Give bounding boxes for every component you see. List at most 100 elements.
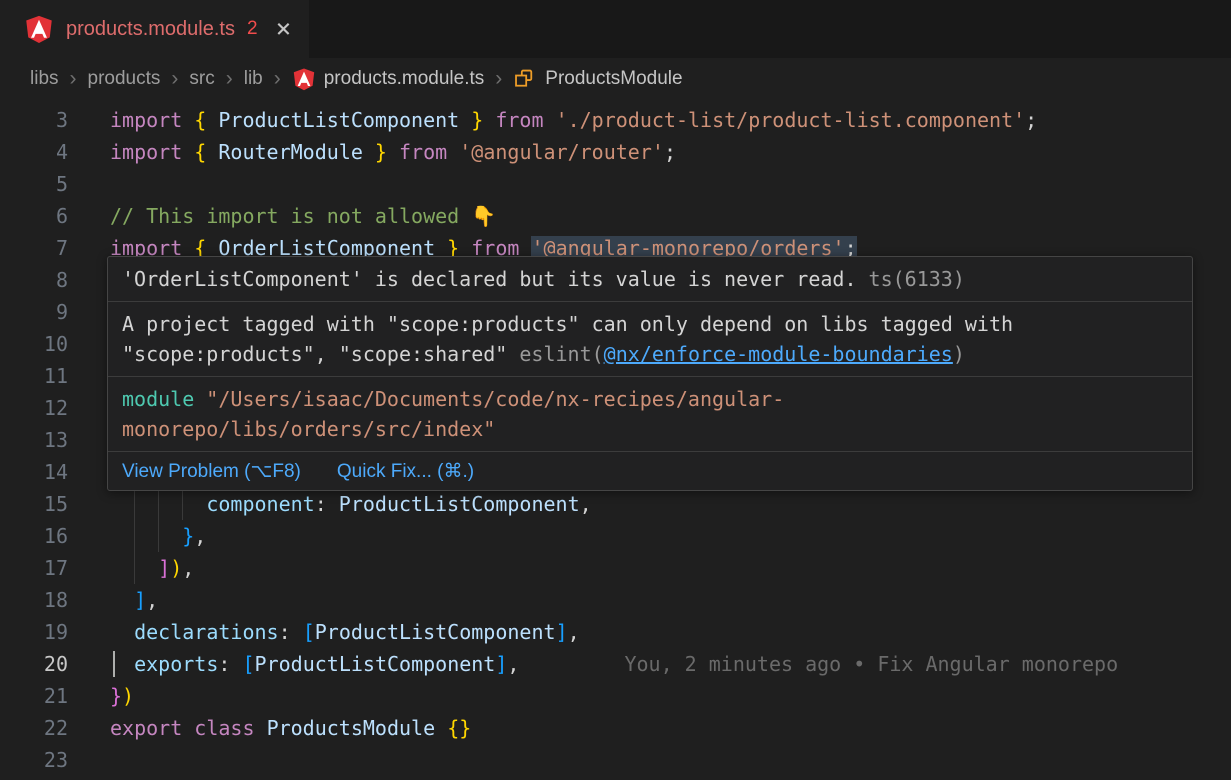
line-content[interactable]: ], — [90, 584, 1231, 616]
line-number: 16 — [0, 520, 90, 552]
code-line[interactable]: 21}) — [0, 680, 1231, 712]
code-token: from — [495, 108, 543, 132]
line-content[interactable] — [90, 168, 1231, 200]
code-line[interactable]: 23 — [0, 744, 1231, 776]
indent-guide — [182, 488, 183, 520]
line-number: 18 — [0, 584, 90, 616]
line-content[interactable]: // This import is not allowed 👇 — [90, 200, 1231, 232]
code-token — [110, 524, 182, 548]
close-icon[interactable]: × — [276, 16, 292, 42]
code-token: ProductListComponent — [315, 620, 556, 644]
line-content[interactable]: }) — [90, 680, 1231, 712]
code-token: , — [146, 588, 158, 612]
code-token — [110, 620, 134, 644]
code-token: import — [110, 140, 182, 164]
code-token: ProductListComponent — [339, 492, 580, 516]
hover-text: 'OrderListComponent' is declared but its… — [122, 267, 869, 291]
code-token: ProductListComponent — [255, 652, 496, 676]
tab-products-module[interactable]: products.module.ts 2 × — [0, 0, 309, 58]
hover-text: module — [122, 387, 194, 411]
line-content[interactable]: }, — [90, 520, 1231, 552]
breadcrumb-label: products — [88, 68, 161, 90]
code-token: [ — [242, 652, 254, 676]
vscode-window: products.module.ts 2 × libs › products › src… — [0, 0, 1231, 780]
code-token: , — [580, 492, 592, 516]
text-cursor — [113, 651, 115, 677]
code-line[interactable]: 6// This import is not allowed 👇 — [0, 200, 1231, 232]
code-token: ] — [556, 620, 568, 644]
line-number: 23 — [0, 744, 90, 776]
code-line[interactable]: 18 ], — [0, 584, 1231, 616]
code-token: export — [110, 716, 182, 740]
code-token: , — [194, 524, 206, 548]
line-content[interactable]: component: ProductListComponent, — [90, 488, 1231, 520]
line-content[interactable]: import { RouterModule } from '@angular/r… — [90, 136, 1231, 168]
code-line[interactable]: 22export class ProductsModule {} — [0, 712, 1231, 744]
hover-text: eslint( — [519, 342, 603, 366]
code-token — [182, 716, 194, 740]
quick-fix-action[interactable]: Quick Fix... (⌘.) — [337, 460, 474, 483]
code-token: : — [279, 620, 303, 644]
breadcrumb-item-src[interactable]: src — [189, 68, 214, 90]
code-token: RouterModule — [206, 140, 375, 164]
line-number: 20 — [0, 648, 90, 680]
code-line[interactable]: 16 }, — [0, 520, 1231, 552]
line-content[interactable] — [90, 744, 1231, 776]
code-line[interactable]: 3import { ProductListComponent } from '.… — [0, 104, 1231, 136]
code-token: } — [375, 140, 387, 164]
line-content[interactable]: ]), — [90, 552, 1231, 584]
hover-message-section: module "/Users/isaac/Documents/code/nx-r… — [108, 377, 1192, 452]
hover-text: ts(6133) — [869, 267, 965, 291]
line-content[interactable]: declarations: [ProductListComponent], — [90, 616, 1231, 648]
code-token — [483, 108, 495, 132]
line-number: 21 — [0, 680, 90, 712]
code-token: ) — [122, 684, 134, 708]
code-token: component — [206, 492, 314, 516]
line-number: 4 — [0, 136, 90, 168]
code-token: : — [218, 652, 242, 676]
line-content[interactable]: exports: [ProductListComponent],You, 2 m… — [90, 648, 1231, 680]
line-number: 10 — [0, 328, 90, 360]
line-number: 5 — [0, 168, 90, 200]
problems-count-badge: 2 — [247, 18, 258, 40]
code-token: // This import is not allowed — [110, 204, 471, 228]
line-number: 14 — [0, 456, 90, 488]
breadcrumb-label: ProductsModule — [545, 68, 682, 90]
editor[interactable]: 3import { ProductListComponent } from '.… — [0, 100, 1231, 780]
tab-title: products.module.ts — [66, 18, 235, 41]
line-number: 9 — [0, 296, 90, 328]
breadcrumb-item-lib[interactable]: lib — [244, 68, 263, 90]
indent-guide — [158, 488, 159, 552]
code-line[interactable]: 17 ]), — [0, 552, 1231, 584]
breadcrumb-item-products[interactable]: products — [88, 68, 161, 90]
eslint-rule-link[interactable]: @nx/enforce-module-boundaries — [604, 342, 953, 366]
code-line[interactable]: 19 declarations: [ProductListComponent], — [0, 616, 1231, 648]
code-token: } — [182, 524, 194, 548]
line-number: 22 — [0, 712, 90, 744]
class-icon — [513, 67, 537, 91]
code-token: { — [194, 108, 206, 132]
breadcrumb-label: lib — [244, 68, 263, 90]
breadcrumb-separator: › — [226, 67, 233, 91]
hover-action-bar: View Problem (⌥F8) Quick Fix... (⌘.) — [108, 452, 1192, 490]
breadcrumb-item-productsmodule[interactable]: ProductsModule — [513, 67, 682, 91]
code-token: {} — [447, 716, 471, 740]
breadcrumb-label: libs — [30, 68, 59, 90]
view-problem-action[interactable]: View Problem (⌥F8) — [122, 460, 301, 483]
code-token: } — [110, 684, 122, 708]
breadcrumb-label: products.module.ts — [324, 68, 485, 90]
line-content[interactable]: import { ProductListComponent } from './… — [90, 104, 1231, 136]
line-number: 8 — [0, 264, 90, 296]
code-line[interactable]: 15 component: ProductListComponent, — [0, 488, 1231, 520]
line-number: 11 — [0, 360, 90, 392]
hover-text: ) — [953, 342, 965, 366]
breadcrumb-separator: › — [274, 67, 281, 91]
code-line[interactable]: 4import { RouterModule } from '@angular/… — [0, 136, 1231, 168]
code-token: from — [399, 140, 447, 164]
breadcrumb-item-libs[interactable]: libs — [30, 68, 59, 90]
breadcrumb-item-products-module-ts[interactable]: products.module.ts — [292, 67, 485, 91]
line-content[interactable]: export class ProductsModule {} — [90, 712, 1231, 744]
code-line[interactable]: 5 — [0, 168, 1231, 200]
code-token: './product-list/product-list.component' — [556, 108, 1026, 132]
code-line[interactable]: 20 exports: [ProductListComponent],You, … — [0, 648, 1231, 680]
